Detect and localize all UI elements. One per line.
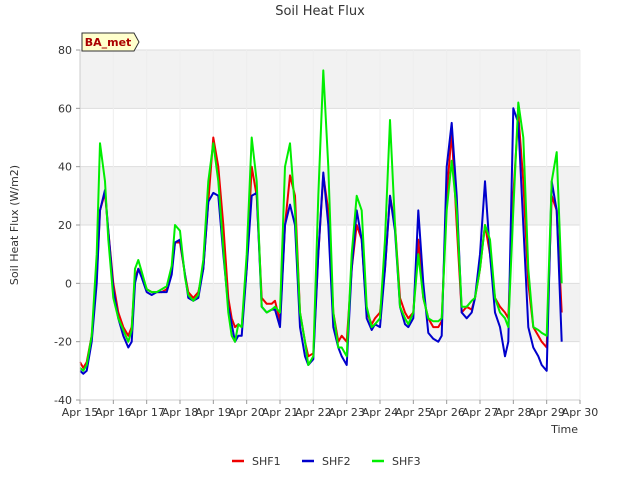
chart-canvas: Soil Heat Flux -40-20020406080Apr 15Apr …: [8, 4, 599, 468]
x-tick-label: Apr 16: [95, 406, 132, 419]
legend-label-shf2: SHF2: [322, 455, 351, 468]
x-tick-label: Apr 27: [462, 406, 499, 419]
x-tick-label: Apr 28: [495, 406, 532, 419]
y-tick-label: -20: [54, 336, 72, 349]
x-tick-label: Apr 19: [195, 406, 232, 419]
y-axis-label: Soil Heat Flux (W/m2): [8, 165, 21, 285]
site-badge: BA_met: [81, 32, 140, 52]
legend-label-shf3: SHF3: [392, 455, 421, 468]
x-tick-label: Apr 20: [228, 406, 265, 419]
x-tick-label: Apr 15: [62, 406, 99, 419]
x-axis-label: Time: [550, 423, 578, 436]
x-tick-label: Apr 23: [328, 406, 365, 419]
x-tick-label: Apr 21: [262, 406, 299, 419]
site-badge-label: BA_met: [85, 36, 132, 49]
y-tick-label: 80: [58, 44, 72, 57]
x-tick-label: Apr 24: [362, 406, 399, 419]
y-tick-label: 40: [58, 161, 72, 174]
x-tick-label: Apr 17: [128, 406, 165, 419]
x-tick-label: Apr 26: [428, 406, 465, 419]
x-tick-label: Apr 22: [295, 406, 332, 419]
x-tick-label: Apr 29: [528, 406, 565, 419]
x-tick-label: Apr 30: [562, 406, 599, 419]
x-tick-label: Apr 25: [395, 406, 432, 419]
y-tick-label: 0: [65, 277, 72, 290]
y-tick-label: 20: [58, 219, 72, 232]
chart-figure: Soil Heat Flux -40 -20 0 20 40 60 80 Apr 15 Apr …: [0, 0, 640, 480]
x-tick-label: Apr 18: [162, 406, 199, 419]
chart-title: Soil Heat Flux: [275, 4, 365, 19]
legend: SHF1 SHF2 SHF3: [232, 455, 421, 468]
y-tick-label: 60: [58, 102, 72, 115]
plot-band: [80, 50, 580, 109]
legend-label-shf1: SHF1: [252, 455, 281, 468]
